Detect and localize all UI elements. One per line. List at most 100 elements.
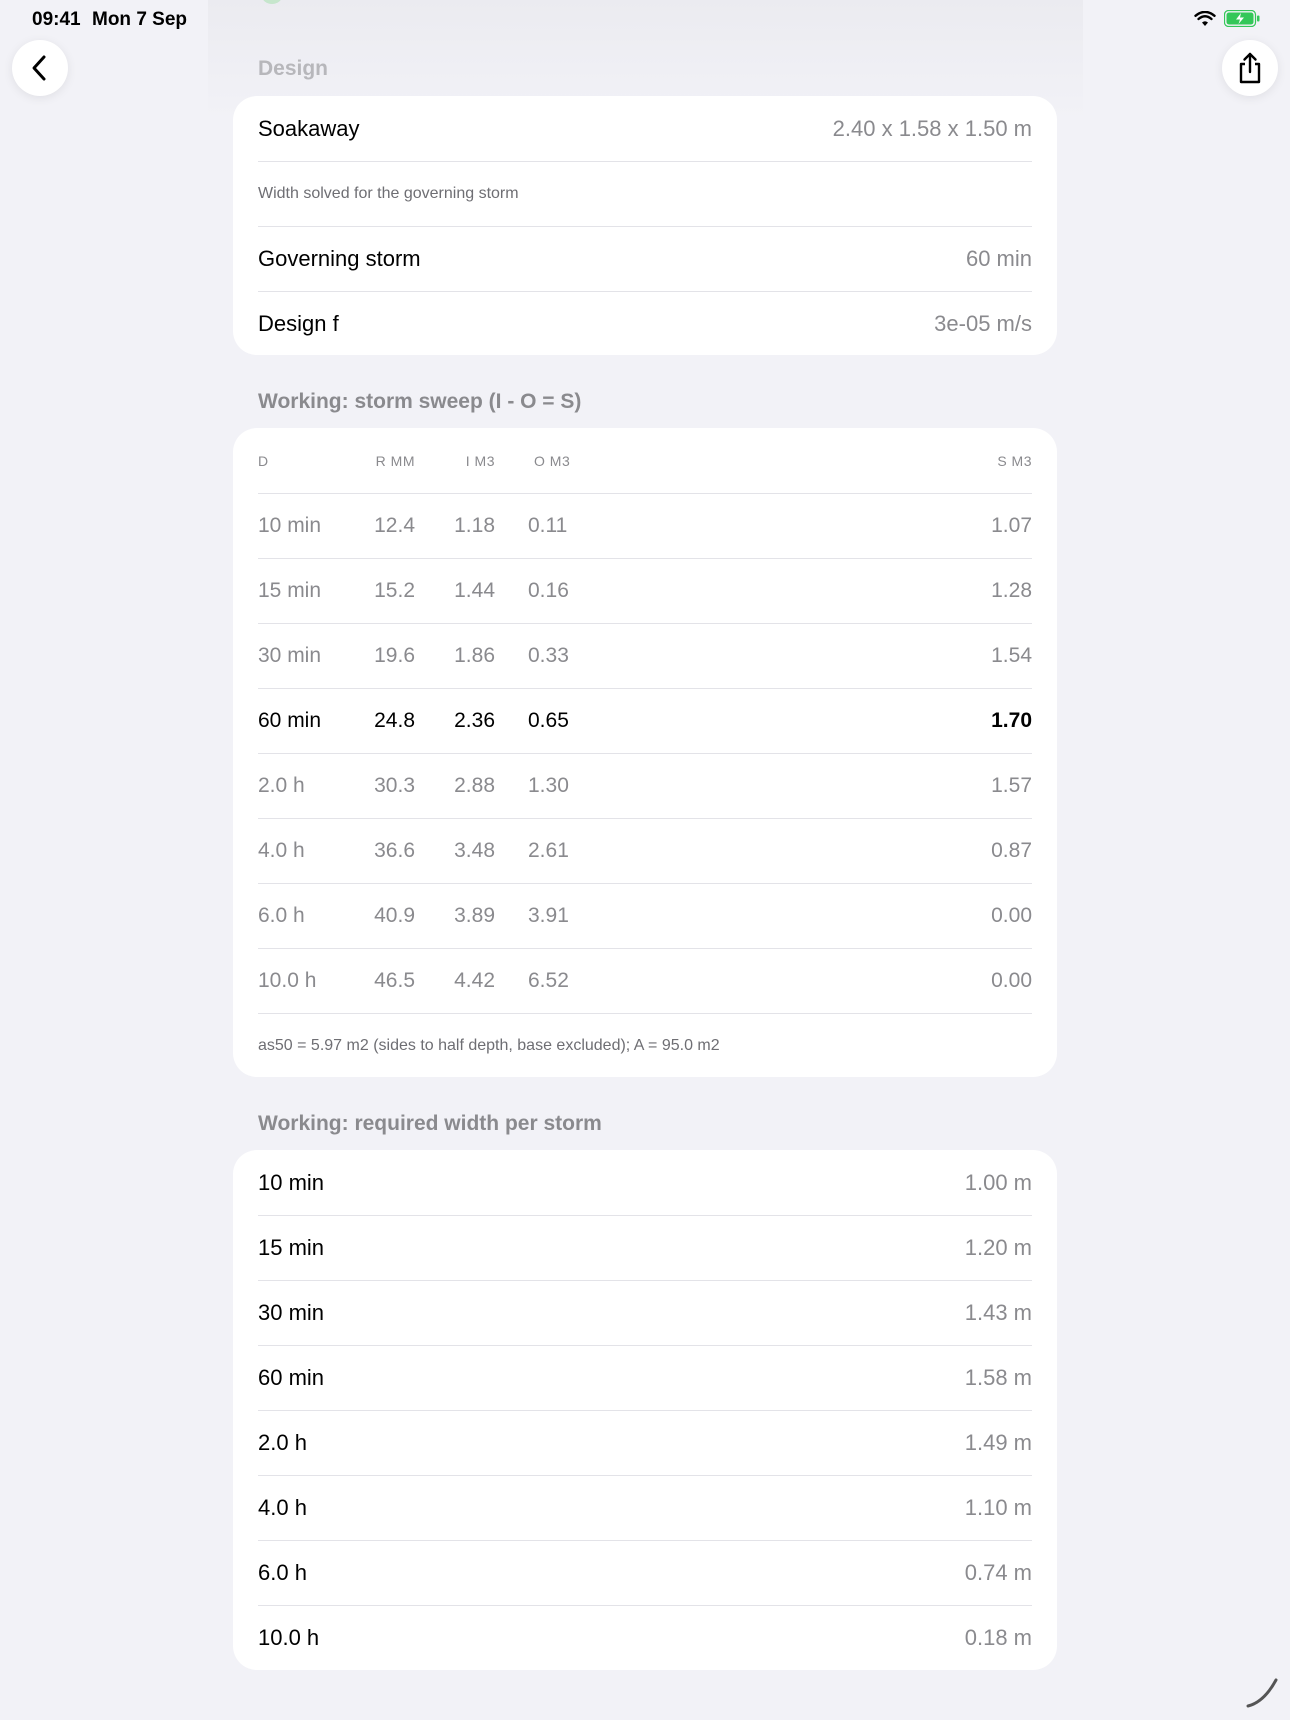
cell-d: 15 min <box>258 578 322 602</box>
cell-s: 0.00 <box>991 968 1032 992</box>
cell-r: 46.5 <box>374 968 415 992</box>
cell-r: 19.6 <box>374 643 415 667</box>
cell-r: 24.8 <box>374 708 415 732</box>
cell-d: 6.0 h <box>258 903 305 927</box>
cell-r: 12.4 <box>374 513 415 537</box>
list-item: 30 min 1.43 m <box>258 1280 1032 1346</box>
required-width: 0.74 m <box>964 1559 1032 1585</box>
cell-i: 2.36 <box>454 708 495 732</box>
cell-o: 0.11 <box>528 513 568 537</box>
governing-storm-row: Governing storm 60 min <box>258 226 1032 292</box>
cell-s: 1.57 <box>991 773 1032 797</box>
cell-o: 0.33 <box>528 643 569 667</box>
list-item: 60 min 1.58 m <box>258 1345 1032 1411</box>
list-item: 10.0 h 0.18 m <box>258 1605 1032 1670</box>
list-item: 2.0 h 1.49 m <box>258 1410 1032 1476</box>
required-width: 1.20 m <box>964 1234 1032 1260</box>
partial-status-dot <box>262 0 282 4</box>
status-date: Mon 7 Sep <box>92 9 188 30</box>
chevron-left-icon <box>32 55 46 81</box>
cell-o: 3.91 <box>528 903 569 927</box>
col-header-d: D <box>258 452 269 469</box>
table-row-governing: 60 min 24.8 2.36 0.65 1.70 <box>258 688 1032 754</box>
cell-i: 2.88 <box>454 773 495 797</box>
design-section-header: Design <box>258 57 329 80</box>
cell-o: 1.30 <box>528 773 569 797</box>
cell-d: 4.0 h <box>258 838 305 862</box>
cell-i: 1.44 <box>454 578 495 602</box>
design-note-row: Width solved for the governing storm <box>258 161 1032 227</box>
cell-d: 10.0 h <box>258 968 317 992</box>
cell-i: 3.48 <box>454 838 495 862</box>
resize-handle-icon[interactable] <box>1242 1672 1282 1712</box>
cell-d: 60 min <box>258 708 322 732</box>
design-f-value: 3e-05 m/s <box>934 310 1032 336</box>
required-width: 1.10 m <box>964 1494 1032 1520</box>
required-width: 1.49 m <box>964 1429 1032 1455</box>
sweep-footnote: as50 = 5.97 m2 (sides to half depth, bas… <box>258 1036 720 1054</box>
widths-card: 10 min 1.00 m 15 min 1.20 m 30 min 1.43 … <box>233 1150 1057 1670</box>
table-row: 10 min 12.4 1.18 0.11 1.07 <box>258 493 1032 559</box>
cell-o: 6.52 <box>528 968 569 992</box>
cell-i: 1.18 <box>454 513 495 537</box>
table-row: 4.0 h 36.6 3.48 2.61 0.87 <box>258 818 1032 884</box>
cell-s: 1.07 <box>991 513 1032 537</box>
cell-s: 1.70 <box>991 708 1032 732</box>
cell-i: 4.42 <box>454 968 495 992</box>
cell-r: 40.9 <box>374 903 415 927</box>
cell-r: 30.3 <box>374 773 415 797</box>
required-width: 1.43 m <box>964 1299 1032 1325</box>
storm-duration: 2.0 h <box>258 1429 307 1455</box>
storm-duration: 60 min <box>258 1364 325 1390</box>
required-width: 1.00 m <box>964 1169 1032 1195</box>
list-item: 15 min 1.20 m <box>258 1215 1032 1281</box>
storm-duration: 6.0 h <box>258 1559 307 1585</box>
share-icon <box>1239 52 1261 84</box>
storm-duration: 10 min <box>258 1169 325 1195</box>
col-header-o: O M3 <box>534 452 571 469</box>
col-header-r: R MM <box>375 452 415 469</box>
governing-storm-label: Governing storm <box>258 245 421 271</box>
soakaway-label: Soakaway <box>258 115 360 141</box>
sweep-table-header: D R MM I M3 O M3 S M3 <box>258 428 1032 494</box>
storm-duration: 10.0 h <box>258 1624 320 1650</box>
sweep-card: D R MM I M3 O M3 S M3 10 min 12.4 1.18 0… <box>233 428 1057 1077</box>
design-f-label: Design f <box>258 310 339 336</box>
sweep-section-header: Working: storm sweep (I - O = S) <box>258 390 582 413</box>
storm-duration: 30 min <box>258 1299 325 1325</box>
col-header-s: S M3 <box>997 452 1032 469</box>
storm-duration: 4.0 h <box>258 1494 307 1520</box>
soakaway-row: Soakaway 2.40 x 1.58 x 1.50 m <box>258 96 1032 162</box>
share-button[interactable] <box>1222 40 1278 96</box>
cell-o: 0.65 <box>528 708 569 732</box>
back-button[interactable] <box>12 40 68 96</box>
cell-r: 15.2 <box>374 578 415 602</box>
soakaway-value: 2.40 x 1.58 x 1.50 m <box>832 115 1032 141</box>
cell-o: 2.61 <box>528 838 569 862</box>
design-f-row: Design f 3e-05 m/s <box>258 291 1032 356</box>
sweep-footnote-row: as50 = 5.97 m2 (sides to half depth, bas… <box>258 1013 1032 1078</box>
storm-duration: 15 min <box>258 1234 325 1260</box>
battery-charging-icon <box>1224 10 1260 27</box>
widths-section-header: Working: required width per storm <box>258 1112 602 1135</box>
governing-storm-value: 60 min <box>965 245 1032 271</box>
list-item: 6.0 h 0.74 m <box>258 1540 1032 1606</box>
cell-i: 1.86 <box>454 643 495 667</box>
cell-r: 36.6 <box>374 838 415 862</box>
cell-d: 10 min <box>258 513 322 537</box>
cell-i: 3.89 <box>454 903 495 927</box>
cell-o: 0.16 <box>528 578 569 602</box>
table-row: 6.0 h 40.9 3.89 3.91 0.00 <box>258 883 1032 949</box>
status-icons <box>1194 10 1260 27</box>
table-row: 30 min 19.6 1.86 0.33 1.54 <box>258 623 1032 689</box>
required-width: 1.58 m <box>964 1364 1032 1390</box>
list-item: 4.0 h 1.10 m <box>258 1475 1032 1541</box>
wifi-icon <box>1194 10 1216 26</box>
table-row: 2.0 h 30.3 2.88 1.30 1.57 <box>258 753 1032 819</box>
col-header-i: I M3 <box>465 452 495 469</box>
cell-d: 30 min <box>258 643 322 667</box>
table-row: 15 min 15.2 1.44 0.16 1.28 <box>258 558 1032 624</box>
design-note: Width solved for the governing storm <box>258 184 519 202</box>
required-width: 0.18 m <box>964 1624 1032 1650</box>
cell-s: 1.28 <box>991 578 1032 602</box>
